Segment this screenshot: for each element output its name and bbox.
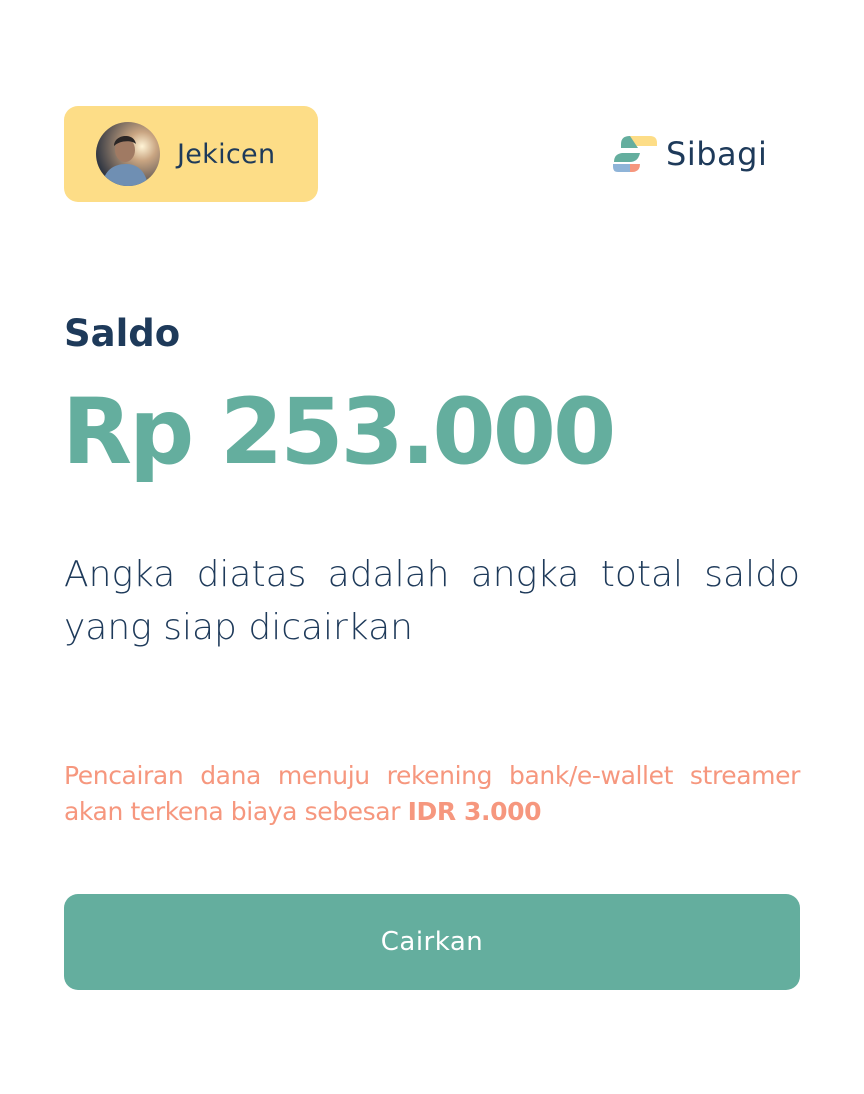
avatar bbox=[96, 122, 160, 186]
fee-amount: IDR 3.000 bbox=[407, 797, 542, 826]
balance-description: Angka diatas adalah angka total saldo ya… bbox=[64, 554, 800, 648]
balance-amount: Rp 253.000 bbox=[62, 380, 616, 485]
withdraw-button[interactable]: Cairkan bbox=[64, 894, 800, 990]
brand-name: Sibagi bbox=[666, 135, 768, 173]
user-avatar-icon bbox=[96, 122, 160, 186]
sibagi-logo-icon bbox=[612, 134, 658, 174]
brand-logo: Sibagi bbox=[612, 134, 767, 174]
user-profile-chip[interactable]: Jekicen bbox=[64, 106, 318, 202]
fee-note: Pencairan dana menuju rekening bank/e-wa… bbox=[64, 758, 800, 830]
user-name: Jekicen bbox=[177, 138, 276, 170]
balance-label: Saldo bbox=[64, 312, 181, 355]
